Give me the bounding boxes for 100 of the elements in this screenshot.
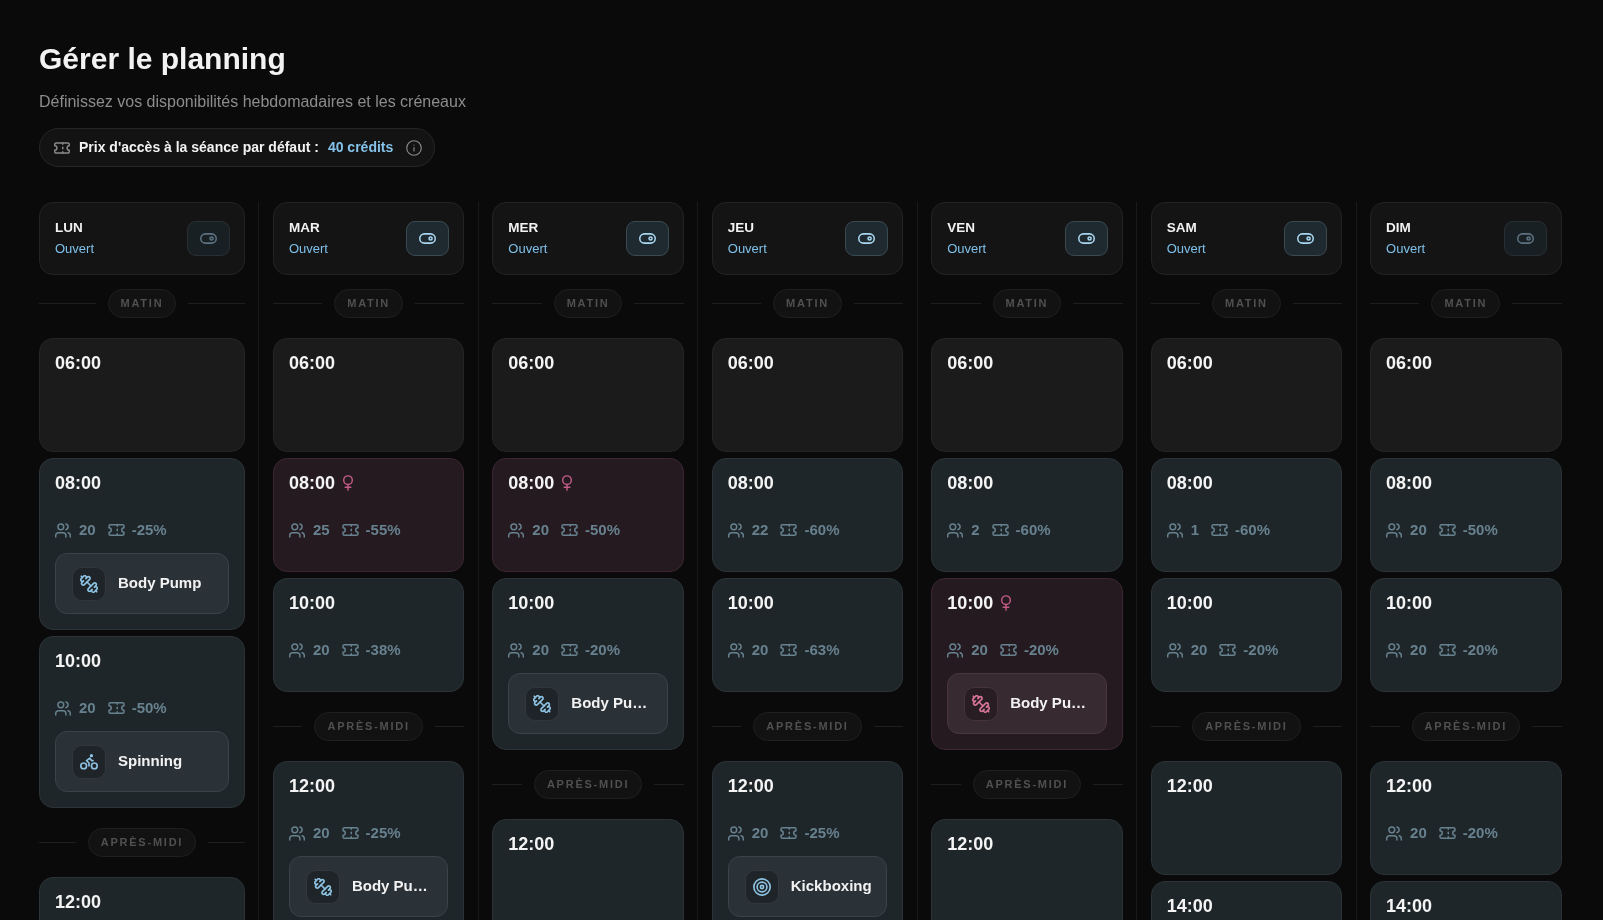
ticket-icon	[780, 644, 798, 656]
slot-time: 12:00	[508, 833, 555, 855]
time-slot-card[interactable]: 08:00 2 -60%	[931, 458, 1123, 572]
capacity-count: 1	[1190, 519, 1199, 540]
discount-value: -25%	[365, 822, 401, 843]
time-slot-card[interactable]: 08:00 1 -60%	[1150, 458, 1343, 572]
discount-value: -50%	[131, 697, 167, 718]
day-status: Ouvert	[288, 240, 328, 258]
ticket-icon	[991, 524, 1009, 536]
capacity-count: 20	[312, 822, 330, 843]
people-icon	[288, 522, 305, 538]
slot-time: 12:00	[288, 775, 335, 797]
discount-value: -20%	[1243, 639, 1279, 660]
time-slot-card[interactable]: 12:00 20 -25% Body Pu…	[272, 761, 465, 920]
people-icon	[947, 522, 964, 538]
toggle-button[interactable]	[845, 221, 889, 256]
time-slot-card[interactable]: 12:00	[1150, 761, 1343, 875]
time-slot-card[interactable]: 10:00 20 -50% Spinning	[39, 636, 245, 808]
toggle-icon	[1516, 233, 1534, 244]
day-name: JEU	[727, 219, 755, 237]
section-label: APRÈS-MIDI	[972, 770, 1082, 799]
discount-value: -50%	[585, 519, 621, 540]
time-slot-card[interactable]: 08:00 22 -60%	[711, 458, 904, 572]
bicycle-icon	[72, 744, 106, 779]
ticket-icon	[780, 827, 798, 839]
ticket-icon	[1438, 827, 1456, 839]
toggle-button[interactable]	[1503, 221, 1547, 256]
time-slot-card[interactable]: 12:00	[492, 819, 684, 920]
dumbbell-icon	[525, 686, 560, 721]
slot-time: 08:00	[727, 472, 774, 494]
ticket-icon	[341, 524, 359, 536]
time-slot-card[interactable]: 10:00 20 -20% Body Pu…	[931, 578, 1123, 750]
activity-chip[interactable]: Spinning	[55, 731, 229, 792]
time-slot-card[interactable]: 06:00	[931, 338, 1123, 452]
day-status: Ouvert	[947, 240, 987, 258]
time-slot-card[interactable]: 08:00 20 -25% Body Pump	[39, 458, 245, 630]
discount-value: -20%	[585, 639, 621, 660]
time-slot-card[interactable]: 06:00	[1150, 338, 1343, 452]
activity-chip[interactable]: Body Pump	[55, 553, 229, 614]
slot-time: 08:00	[508, 472, 555, 494]
day-status: Ouvert	[727, 240, 767, 258]
time-slot-card[interactable]: 08:00 20 -50%	[492, 458, 684, 572]
time-slot-card[interactable]: 12:00	[931, 819, 1123, 920]
people-icon	[508, 642, 525, 658]
day-name: VEN	[947, 219, 975, 237]
people-icon	[55, 522, 71, 538]
time-slot-card[interactable]: 12:00	[39, 877, 245, 920]
discount-value: -50%	[1462, 519, 1498, 540]
day-status: Ouvert	[55, 240, 94, 258]
time-slot-card[interactable]: 06:00	[39, 338, 245, 452]
time-slot-card[interactable]: 06:00	[1370, 338, 1562, 452]
time-slot-card[interactable]: 06:00	[492, 338, 684, 452]
ticket-icon	[107, 524, 125, 536]
time-slot-card[interactable]: 06:00	[272, 338, 465, 452]
toggle-button[interactable]	[1064, 221, 1108, 256]
time-slot-card[interactable]: 10:00 20 -20% Body Pu…	[492, 578, 684, 750]
slot-time: 10:00	[947, 592, 994, 614]
time-slot-card[interactable]: 08:00 25 -55%	[272, 458, 465, 572]
time-slot-card[interactable]: 10:00 20 -20%	[1150, 578, 1343, 692]
people-icon	[1386, 825, 1403, 841]
ticket-icon	[561, 644, 579, 656]
section-label: MATIN	[992, 289, 1062, 318]
section-label: APRÈS-MIDI	[753, 712, 862, 741]
time-slot-card[interactable]: 06:00	[711, 338, 904, 452]
people-icon	[1166, 642, 1183, 658]
info-icon[interactable]	[406, 139, 423, 156]
activity-chip[interactable]: Kickboxing	[727, 856, 888, 917]
slot-time: 08:00	[1386, 472, 1433, 494]
ticket-icon	[1219, 644, 1237, 656]
activity-chip[interactable]: Body Pu…	[947, 673, 1107, 734]
slot-time: 06:00	[1386, 352, 1433, 374]
section-label: MATIN	[773, 289, 842, 318]
time-slot-card[interactable]: 12:00 20 -25% Kickboxing	[711, 761, 904, 920]
ticket-icon	[780, 524, 798, 536]
time-slot-card[interactable]: 14:00	[1150, 881, 1343, 920]
time-slot-card[interactable]: 10:00 20 -38%	[272, 578, 465, 692]
toggle-button[interactable]	[406, 221, 450, 256]
discount-value: -60%	[1235, 519, 1270, 540]
time-slot-card[interactable]: 14:00	[1370, 881, 1562, 920]
target-icon	[744, 869, 779, 904]
time-slot-card[interactable]: 08:00 20 -50%	[1370, 458, 1562, 572]
time-slot-card[interactable]: 10:00 20 -20%	[1370, 578, 1562, 692]
activity-chip[interactable]: Body Pu…	[288, 856, 449, 917]
time-slot-card[interactable]: 12:00 20 -20%	[1370, 761, 1562, 875]
section-label: MATIN	[334, 289, 404, 318]
day-name: MER	[508, 219, 539, 237]
slot-time: 10:00	[1386, 592, 1433, 614]
slot-time: 06:00	[947, 352, 994, 374]
section-label: APRÈS-MIDI	[314, 712, 423, 741]
toggle-button[interactable]	[186, 221, 230, 256]
activity-chip[interactable]: Body Pu…	[508, 673, 668, 734]
toggle-button[interactable]	[625, 221, 669, 256]
time-slot-card[interactable]: 10:00 20 -63%	[711, 578, 904, 692]
dumbbell-icon	[964, 686, 999, 721]
price-label: Prix d'accès à la séance par défaut :	[79, 138, 319, 157]
capacity-count: 20	[79, 519, 96, 540]
toggle-button[interactable]	[1284, 221, 1328, 256]
slot-time: 06:00	[1166, 352, 1213, 374]
discount-value: -60%	[804, 519, 840, 540]
slot-time: 08:00	[1166, 472, 1213, 494]
